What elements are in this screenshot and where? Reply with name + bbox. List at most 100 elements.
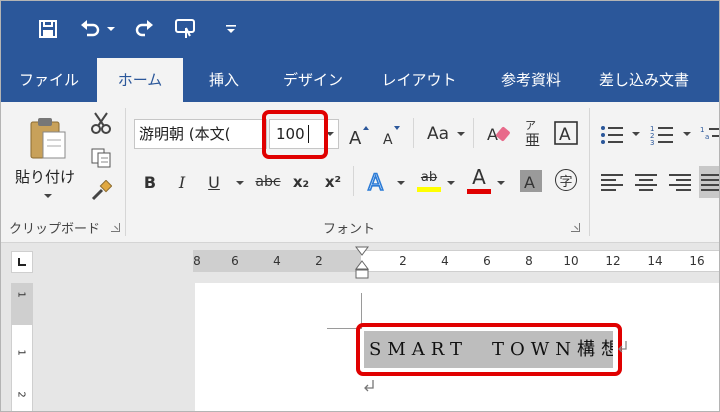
font-color-letter: A <box>472 164 486 189</box>
font-size-highlight <box>262 110 328 159</box>
highlight-dropdown-icon[interactable] <box>447 181 455 185</box>
save-icon[interactable] <box>35 15 61 43</box>
text-effects-dropdown-icon[interactable] <box>397 181 405 185</box>
align-right-icon[interactable] <box>667 170 693 194</box>
change-case-button[interactable]: Aa <box>421 120 455 148</box>
bold-button[interactable]: B <box>139 169 161 195</box>
phonetic-guide-icon[interactable]: ア亜 <box>521 116 545 148</box>
font-launcher-icon[interactable] <box>571 223 580 232</box>
vertical-ruler[interactable]: 1 1 2 <box>11 283 33 411</box>
format-painter-icon[interactable] <box>89 178 113 204</box>
vertical-ruler-label: 1 <box>15 349 27 356</box>
svg-text:a: a <box>705 133 709 141</box>
numbering-icon[interactable]: 123 <box>649 122 675 148</box>
clipboard-group-label: クリップボード <box>9 222 101 237</box>
group-separator <box>125 108 126 236</box>
ruler-label: 12 <box>605 254 621 268</box>
grow-font-icon[interactable]: A <box>347 122 371 148</box>
strikethrough-button[interactable]: abc <box>253 169 283 195</box>
ruler-label: 4 <box>273 254 281 268</box>
indent-marker-icon[interactable] <box>354 245 370 281</box>
font-color-dropdown-icon[interactable] <box>497 181 505 185</box>
clipboard-launcher-icon[interactable] <box>111 223 120 232</box>
ruler-label: 8 <box>193 254 201 268</box>
ruler-label: 6 <box>231 254 239 268</box>
group-separator <box>589 108 590 236</box>
paste-dropdown-icon[interactable] <box>44 194 52 198</box>
numbering-dropdown-icon[interactable] <box>683 132 691 136</box>
font-group-label: フォント <box>323 222 376 237</box>
word-window: ファイル ホーム 挿入 デザイン レイアウト 参考資料 差し込み文書 貼り付け … <box>0 0 720 412</box>
font-row-separator <box>413 118 414 148</box>
font-color-button[interactable]: A <box>465 164 493 196</box>
font-row-separator <box>353 166 354 196</box>
subscript-button[interactable]: x₂ <box>289 169 313 195</box>
clear-formatting-icon[interactable]: A <box>485 118 513 148</box>
tab-design[interactable]: デザイン <box>271 58 355 102</box>
copy-icon[interactable] <box>89 145 113 171</box>
superscript-button[interactable]: x² <box>321 169 345 195</box>
undo-dropdown-icon[interactable] <box>105 15 117 43</box>
ruler-top-margin <box>12 283 32 325</box>
tab-references[interactable]: 参考資料 <box>483 58 579 102</box>
clipboard-paste-icon[interactable] <box>19 114 75 162</box>
justify-icon[interactable] <box>699 166 719 198</box>
bullets-dropdown-icon[interactable] <box>632 132 640 136</box>
touch-mode-icon[interactable] <box>171 15 201 43</box>
enclose-characters-button[interactable]: 字 <box>553 166 579 194</box>
highlight-color-bar <box>417 187 441 192</box>
change-case-dropdown-icon[interactable] <box>457 132 465 136</box>
tab-mailings[interactable]: 差し込み文書 <box>599 58 719 102</box>
tab-insert[interactable]: 挿入 <box>193 58 255 102</box>
title-bar <box>1 1 719 58</box>
paragraph-mark-icon <box>618 339 628 353</box>
align-left-icon[interactable] <box>599 170 625 194</box>
phonetic-char: 字 <box>555 169 577 191</box>
highlight-button[interactable]: ab <box>415 166 443 196</box>
vertical-ruler-label: 1 <box>15 291 27 298</box>
svg-text:A: A <box>368 171 383 195</box>
cut-icon[interactable] <box>89 110 113 136</box>
svg-text:A: A <box>383 132 393 147</box>
svg-text:A: A <box>559 125 571 145</box>
paragraph-mark-icon <box>363 378 375 392</box>
ribbon: 貼り付け クリップボード 游明朝 (本文( 100 A A Aa A ア 亜 A… <box>1 102 719 243</box>
svg-text:A: A <box>349 128 362 147</box>
ruler-label: 2 <box>399 254 407 268</box>
ruler-label: 14 <box>647 254 663 268</box>
horizontal-ruler[interactable]: 8 6 4 2 2 4 6 8 10 12 14 16 <box>193 250 719 272</box>
font-color-bar <box>467 188 491 194</box>
underline-button[interactable]: U <box>203 169 225 195</box>
underline-dropdown-icon[interactable] <box>236 181 244 185</box>
shrink-font-icon[interactable]: A <box>379 122 403 148</box>
vertical-ruler-label: 2 <box>15 391 27 398</box>
font-name-combobox[interactable]: 游明朝 (本文( <box>134 119 267 149</box>
tab-file[interactable]: ファイル <box>9 58 89 102</box>
ruler-label: 8 <box>525 254 533 268</box>
ruler-label: 2 <box>315 254 323 268</box>
highlight-letters: ab <box>420 170 438 185</box>
italic-button[interactable]: I <box>171 169 193 195</box>
character-border-icon[interactable]: A <box>554 120 578 146</box>
svg-text:3: 3 <box>650 139 654 146</box>
svg-text:A: A <box>524 173 535 192</box>
multilevel-list-icon[interactable]: 1a <box>699 122 719 148</box>
font-row-separator <box>473 118 474 148</box>
ruler-label: 10 <box>563 254 579 268</box>
ruler-label: 4 <box>441 254 449 268</box>
align-center-icon[interactable] <box>633 170 659 194</box>
undo-icon[interactable] <box>77 15 103 43</box>
tab-layout[interactable]: レイアウト <box>371 58 467 102</box>
tab-home[interactable]: ホーム <box>97 58 183 102</box>
redo-icon[interactable] <box>131 15 157 43</box>
tab-selector-icon[interactable] <box>11 251 33 273</box>
character-shading-icon[interactable]: A <box>519 168 543 194</box>
bullets-icon[interactable] <box>599 122 625 148</box>
ruler-label: 16 <box>689 254 705 268</box>
svg-text:亜: 亜 <box>525 131 540 147</box>
ribbon-tabs: ファイル ホーム 挿入 デザイン レイアウト 参考資料 差し込み文書 <box>1 58 719 102</box>
ruler-label: 6 <box>483 254 491 268</box>
paste-button[interactable]: 貼り付け <box>15 166 75 187</box>
text-effects-icon[interactable]: A <box>365 166 393 196</box>
customize-qat-icon[interactable] <box>221 15 241 43</box>
